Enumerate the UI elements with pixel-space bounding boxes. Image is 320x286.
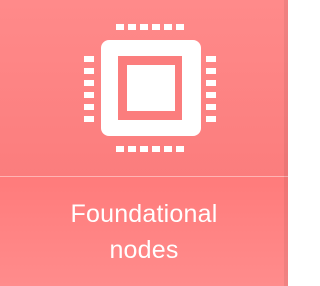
tile-label: Foundational nodes xyxy=(0,196,288,268)
cpu-chip-icon xyxy=(84,24,216,152)
foundational-nodes-tile[interactable]: Foundational nodes xyxy=(0,0,288,286)
tile-label-line-2: nodes xyxy=(109,236,179,264)
tile-label-line-1: Foundational xyxy=(70,200,218,228)
